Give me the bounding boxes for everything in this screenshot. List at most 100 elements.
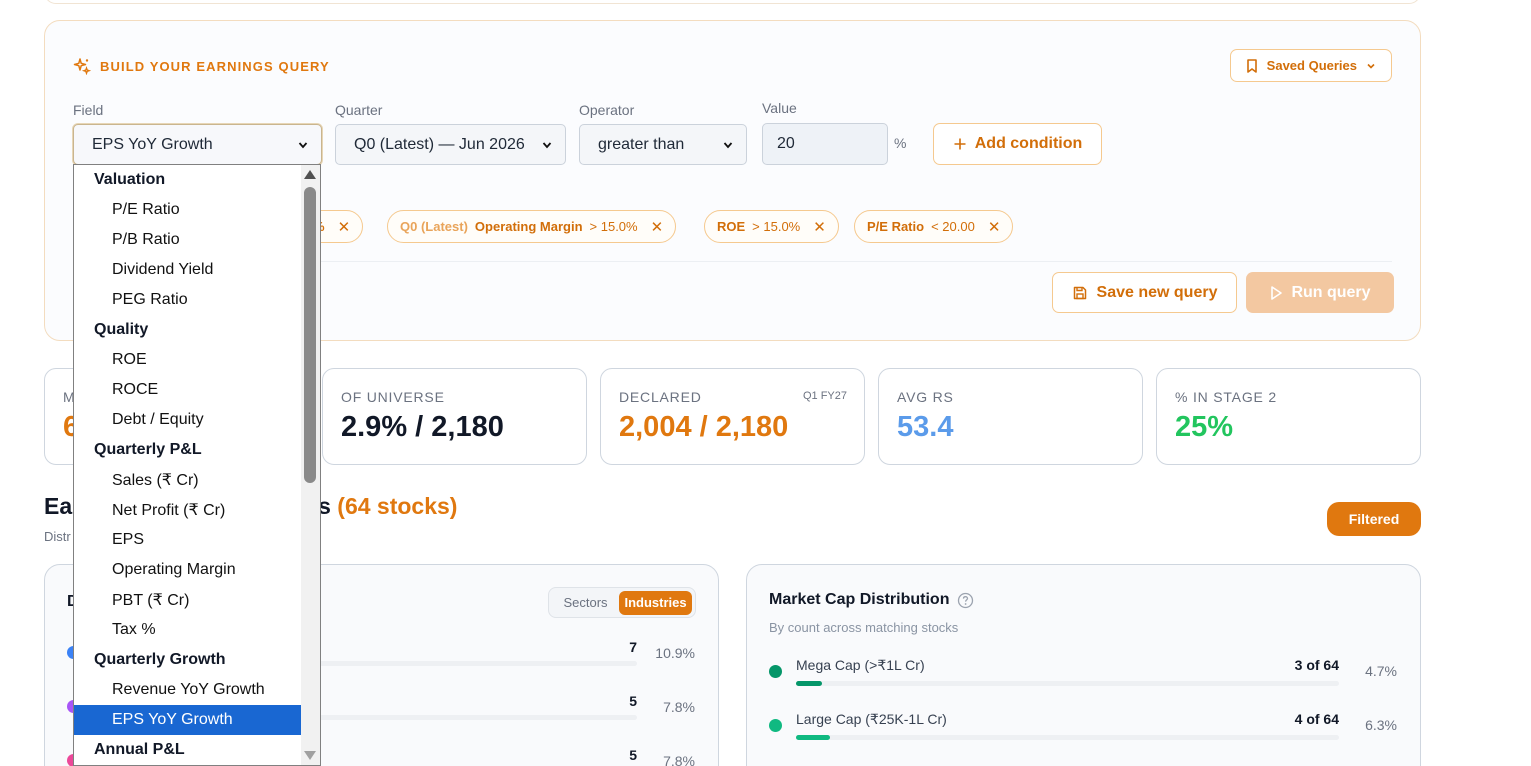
chevron-down-icon (1367, 63, 1375, 69)
saved-queries-button[interactable]: Saved Queries (1229, 49, 1392, 82)
market-cap-row-count: 3 of 64 (1294, 657, 1339, 673)
dropdown-option[interactable]: Revenue YoY Growth (74, 675, 302, 705)
close-icon[interactable]: ✕ (338, 218, 351, 236)
dropdown-option[interactable]: PEG Ratio (74, 285, 302, 315)
market-cap-bar-fill (796, 681, 822, 686)
value-label: Value (762, 100, 797, 116)
previous-card-edge (44, 0, 1421, 4)
dropdown-group-header: Quarterly P&L (94, 441, 202, 458)
bar-track (315, 661, 637, 666)
stat-card-stage-2: % IN STAGE 2 25% (1156, 368, 1421, 465)
dropdown-option[interactable]: Dividend Yield (74, 255, 302, 285)
toggle-sectors[interactable]: Sectors (552, 595, 619, 610)
dropdown-option[interactable]: Sales (₹ Cr) (74, 465, 302, 495)
query-builder-title: BUILD YOUR EARNINGS QUERY (73, 57, 330, 75)
run-query-button[interactable]: Run query (1246, 272, 1394, 313)
quarter-select-value: Q0 (Latest) — Jun 2026 (354, 135, 525, 153)
operator-select[interactable]: greater than (579, 124, 747, 165)
stat-title: DECLARED (619, 389, 702, 405)
play-icon (1271, 285, 1283, 300)
market-cap-row-pct: 6.3% (1365, 717, 1397, 733)
add-condition-button[interactable]: Add condition (933, 123, 1102, 165)
dropdown-group-header: Quality (94, 321, 149, 338)
scrollbar-thumb[interactable] (304, 187, 316, 483)
close-icon[interactable]: ✕ (813, 218, 826, 236)
query-builder-title-text: BUILD YOUR EARNINGS QUERY (100, 58, 330, 74)
field-select[interactable]: EPS YoY Growth (73, 124, 322, 165)
legend-dot (769, 665, 782, 678)
condition-chip[interactable]: P/E Ratio < 20.00 ✕ (854, 210, 1014, 243)
save-icon (1073, 286, 1086, 299)
stat-title: AVG RS (897, 389, 954, 405)
dropdown-option[interactable]: P/E Ratio (74, 195, 302, 225)
market-cap-card: Market Cap Distribution By count across … (746, 564, 1421, 766)
stat-tag: Q1 FY27 (802, 390, 847, 402)
stat-value: 53.4 (897, 411, 954, 443)
dropdown-option[interactable]: ROCE (74, 375, 302, 405)
dropdown-option[interactable]: Debt / Equity (74, 405, 302, 435)
stat-value: 2,004 / 2,180 (619, 411, 789, 443)
market-cap-row-name: Large Cap (₹25K-1L Cr) (796, 711, 947, 727)
save-query-label: Save new query (1096, 283, 1218, 301)
market-cap-subtitle: By count across matching stocks (769, 620, 959, 635)
field-label: Field (73, 102, 104, 118)
sparkle-icon (73, 58, 91, 75)
chip-field: Operating Margin (474, 219, 583, 234)
value-input-text: 20 (777, 135, 795, 152)
market-cap-title: Market Cap Distribution (769, 591, 974, 609)
row-count: 5 (629, 693, 637, 709)
chevron-down-icon (298, 141, 308, 148)
dropdown-option[interactable]: P/B Ratio (74, 225, 302, 255)
operator-select-value: greater than (598, 135, 685, 153)
toggle-industries[interactable]: Industries (619, 590, 692, 615)
close-icon[interactable]: ✕ (988, 218, 1001, 236)
quarter-select[interactable]: Q0 (Latest) — Jun 2026 (335, 124, 566, 165)
market-cap-bar-track (796, 681, 1339, 686)
market-cap-row-count: 4 of 64 (1294, 711, 1339, 727)
scroll-up-arrow-icon[interactable] (304, 170, 316, 179)
stat-value: 2.9% / 2,180 (341, 411, 504, 443)
stat-card-universe: OF UNIVERSE 2.9% / 2,180 (322, 368, 587, 465)
chip-condition: > 15.0% (589, 219, 638, 234)
value-input[interactable]: 20 (762, 123, 888, 165)
row-pct: 7.8% (663, 753, 695, 766)
dropdown-option[interactable]: Operating Margin (74, 555, 302, 585)
chip-quarter: Q0 (Latest) (400, 219, 468, 234)
dropdown-group-header: Annual P&L (94, 741, 185, 758)
saved-queries-label: Saved Queries (1266, 58, 1357, 73)
dropdown-scrollbar[interactable] (301, 165, 320, 765)
market-cap-bar-fill (796, 735, 830, 740)
stat-title: OF UNIVERSE (341, 389, 445, 405)
field-dropdown-list[interactable]: Valuation P/E Ratio P/B Ratio Dividend Yiel… (73, 164, 321, 766)
stat-card-avg-rs: AVG RS 53.4 (878, 368, 1143, 465)
dropdown-group-header: Quarterly Growth (94, 651, 226, 668)
condition-chip[interactable]: Q0 (Latest) Operating Margin > 15.0% ✕ (387, 210, 677, 243)
add-condition-label: Add condition (974, 135, 1083, 152)
dropdown-options: Valuation P/E Ratio P/B Ratio Dividend Yiel… (74, 165, 302, 765)
earnings-screener-page: BUILD YOUR EARNINGS QUERY Saved Queries … (0, 0, 1531, 766)
dropdown-option[interactable]: PBT (₹ Cr) (74, 585, 302, 615)
scroll-down-arrow-icon[interactable] (304, 751, 316, 760)
close-icon[interactable]: ✕ (651, 218, 664, 236)
quarter-label: Quarter (335, 102, 383, 118)
market-cap-row-name: Mega Cap (>₹1L Cr) (796, 657, 925, 673)
dropdown-option[interactable]: EPS YoY Growth (74, 705, 302, 735)
stat-title: % IN STAGE 2 (1175, 389, 1277, 405)
value-unit: % (894, 135, 907, 151)
plus-icon (954, 138, 966, 150)
chevron-down-icon (723, 141, 733, 148)
dropdown-option[interactable]: Tax % (74, 615, 302, 645)
dropdown-option[interactable]: ROE (74, 345, 302, 375)
dropdown-option[interactable]: Net Profit (₹ Cr) (74, 495, 302, 525)
condition-chip[interactable]: ROE > 15.0% ✕ (704, 210, 839, 243)
row-count: 5 (629, 747, 637, 763)
help-icon[interactable] (957, 592, 974, 609)
save-query-button[interactable]: Save new query (1052, 272, 1237, 313)
run-query-label: Run query (1291, 283, 1371, 301)
chip-field: ROE (717, 219, 746, 234)
bookmark-icon (1246, 58, 1257, 73)
stat-card-declared: DECLARED Q1 FY27 2,004 / 2,180 (600, 368, 865, 465)
dropdown-option[interactable]: EPS (74, 525, 302, 555)
dropdown-group-header: Valuation (94, 171, 166, 188)
filtered-badge[interactable]: Filtered (1327, 502, 1421, 536)
